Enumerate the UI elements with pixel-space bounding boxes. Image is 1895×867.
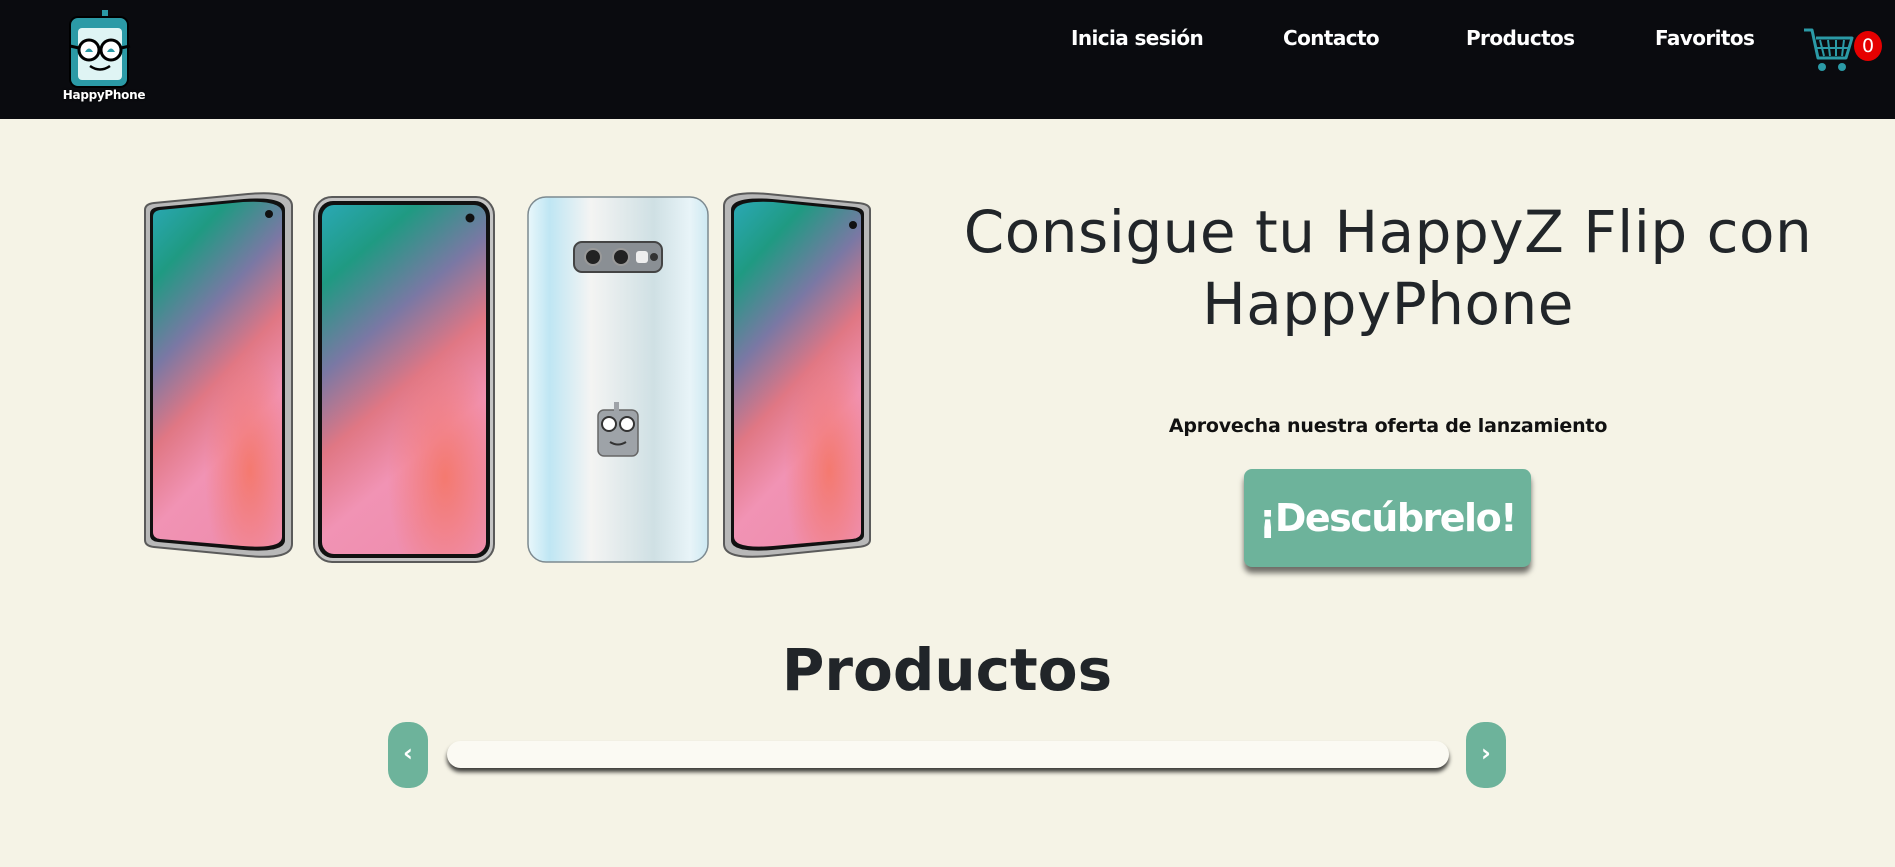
carousel-prev-button[interactable]: ‹ xyxy=(388,722,428,788)
nav-favorites-link[interactable]: Favoritos xyxy=(1655,26,1755,50)
products-carousel-track xyxy=(447,741,1449,768)
happyphone-mascot-icon xyxy=(69,10,131,88)
cart-count-badge: 0 xyxy=(1854,31,1882,61)
nav-contact-link[interactable]: Contacto xyxy=(1283,26,1380,50)
hero-subtitle: Aprovecha nuestra oferta de lanzamiento xyxy=(1168,415,1608,437)
discover-button[interactable]: ¡Descúbrelo! xyxy=(1244,469,1531,567)
cart-button[interactable] xyxy=(1802,26,1854,74)
brand-name: HappyPhone xyxy=(62,88,146,102)
navbar: HappyPhone Inicia sesión Contacto Produc… xyxy=(0,0,1895,119)
nav-login-link[interactable]: Inicia sesión xyxy=(1071,26,1204,50)
carousel-next-button[interactable]: › xyxy=(1466,722,1506,788)
phones-product-image xyxy=(144,192,871,563)
shopping-cart-icon xyxy=(1804,28,1854,71)
nav-products-link[interactable]: Productos xyxy=(1466,26,1575,50)
products-section-title: Productos xyxy=(781,636,1113,704)
brand-logo[interactable]: HappyPhone xyxy=(58,8,146,108)
hero-title: Consigue tu HappyZ Flip con HappyPhone xyxy=(963,198,1813,338)
